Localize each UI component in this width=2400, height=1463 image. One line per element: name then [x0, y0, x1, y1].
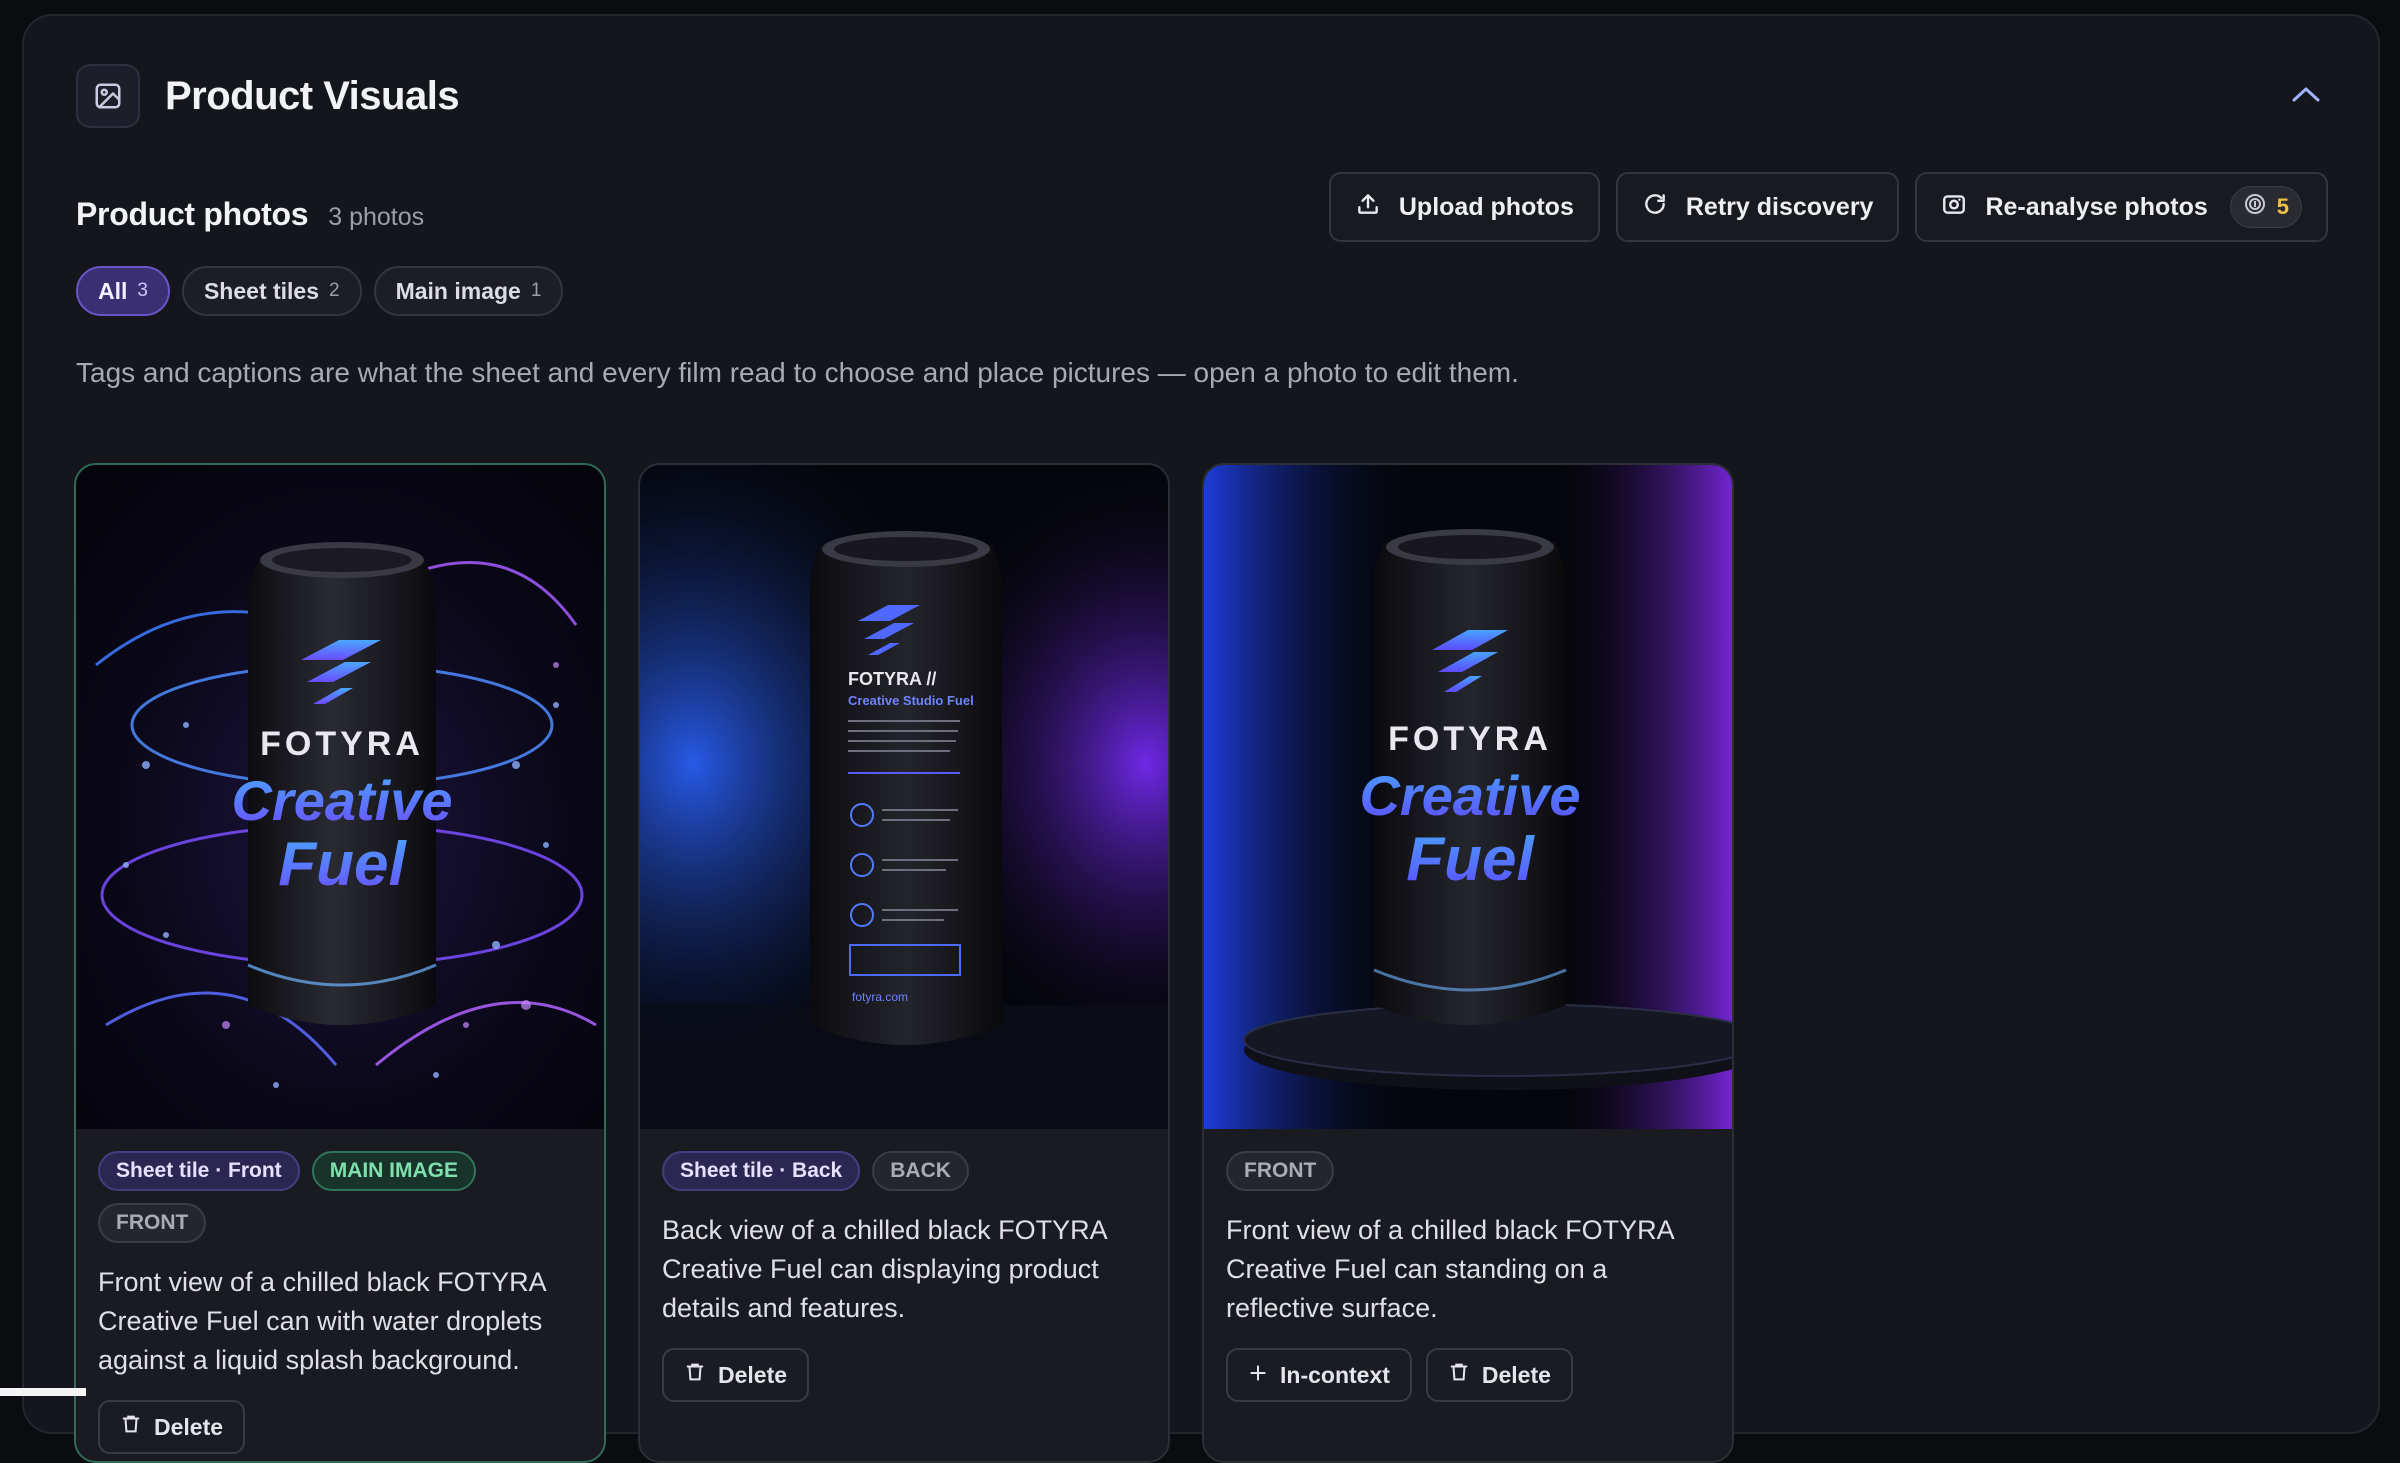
photos-heading: Product photos 3 photos	[76, 196, 424, 233]
photo-thumbnail[interactable]: FOTYRA // Creative Studio Fuel fotyra.co…	[640, 465, 1168, 1129]
retry-discovery-button[interactable]: Retry discovery	[1615, 172, 1900, 242]
photo-actions: Upload photos Retry discovery Re-analyse…	[1328, 172, 2328, 242]
delete-button[interactable]: Delete	[1425, 1348, 1573, 1402]
filter-chip-label: Main image	[395, 277, 521, 304]
can-line1-text: Creative	[1359, 764, 1580, 827]
tag-sheet-tile: Sheet tile · Back	[662, 1151, 861, 1191]
tag-sheet-tile: Sheet tile · Front	[98, 1151, 300, 1191]
reanalyse-photos-button[interactable]: Re-analyse photos 5	[1915, 172, 2328, 242]
window-corner-overlay	[0, 1388, 86, 1396]
delete-label: Delete	[154, 1413, 224, 1440]
reanalyse-photos-label: Re-analyse photos	[1985, 192, 2208, 221]
can-line2-text: Fuel	[278, 830, 407, 899]
image-icon	[76, 64, 140, 128]
delete-label: Delete	[1481, 1361, 1551, 1388]
filter-chip-label: All	[98, 277, 128, 304]
section-header: Product Visuals	[76, 64, 460, 128]
filter-chip-sheet-tiles[interactable]: Sheet tiles 2	[181, 266, 362, 316]
photo-caption: Front view of a chilled black FOTYRA Cre…	[98, 1267, 546, 1375]
upload-photos-button[interactable]: Upload photos	[1328, 172, 1600, 242]
can-line2-text: Fuel	[1406, 825, 1535, 894]
refresh-icon	[1642, 191, 1668, 224]
photo-thumbnail[interactable]: FOTYRA Creative Fuel	[1204, 465, 1732, 1129]
camera-icon	[1941, 191, 1967, 224]
photo-thumbnail[interactable]: FOTYRA Creative Fuel	[76, 465, 604, 1129]
plus-icon	[1248, 1362, 1268, 1389]
trash-icon	[1448, 1361, 1470, 1389]
tag-main-image: MAIN IMAGE	[311, 1151, 477, 1191]
photos-count: 3 photos	[328, 203, 425, 231]
photos-title: Product photos	[76, 196, 309, 232]
filter-chips: All 3 Sheet tiles 2 Main image 1	[76, 266, 564, 316]
in-context-label: In-context	[1280, 1361, 1390, 1388]
photo-caption: Front view of a chilled black FOTYRA Cre…	[1226, 1215, 1674, 1323]
upload-icon	[1355, 191, 1381, 224]
trash-icon	[684, 1361, 706, 1389]
photo-card[interactable]: FOTYRA Creative Fuel Sheet tile · Front …	[74, 463, 606, 1463]
tag-view: BACK	[872, 1151, 969, 1191]
credit-badge: 5	[2229, 186, 2302, 228]
delete-label: Delete	[718, 1361, 788, 1388]
retry-discovery-label: Retry discovery	[1685, 192, 1874, 221]
tag-view: FRONT	[1226, 1151, 1335, 1191]
can-line2-text: fotyra.com	[852, 990, 908, 1004]
upload-photos-label: Upload photos	[1398, 192, 1574, 221]
chevron-up-icon[interactable]	[2286, 74, 2326, 114]
can-line1-text: Creative Studio Fuel	[848, 693, 974, 708]
filter-chip-count: 1	[530, 280, 542, 301]
can-brand-text: FOTYRA	[1388, 720, 1552, 758]
delete-button[interactable]: Delete	[98, 1400, 246, 1454]
photo-grid: FOTYRA Creative Fuel Sheet tile · Front …	[74, 463, 1734, 1463]
filter-chip-main-image[interactable]: Main image 1	[373, 266, 564, 316]
tag-view: FRONT	[98, 1203, 207, 1243]
can-line1-text: Creative	[231, 769, 452, 832]
photo-card[interactable]: FOTYRA Creative Fuel FRONT Front view of…	[1202, 463, 1734, 1463]
photo-card[interactable]: FOTYRA // Creative Studio Fuel fotyra.co…	[638, 463, 1170, 1463]
in-context-button[interactable]: In-context	[1226, 1348, 1412, 1402]
photo-caption: Back view of a chilled black FOTYRA Crea…	[662, 1215, 1107, 1323]
filter-chip-count: 3	[137, 280, 148, 301]
credit-value: 5	[2276, 194, 2289, 219]
product-visuals-panel: Product Visuals Product photos 3 photos …	[22, 14, 2380, 1463]
filter-chip-label: Sheet tiles	[203, 277, 320, 304]
trash-icon	[120, 1413, 142, 1441]
can-brand-text: FOTYRA	[260, 725, 424, 763]
editing-hint: Tags and captions are what the sheet and…	[76, 357, 1519, 388]
filter-chip-all[interactable]: All 3	[76, 266, 170, 316]
filter-chip-count: 2	[329, 280, 340, 301]
section-title: Product Visuals	[165, 73, 460, 118]
credit-coin-icon	[2243, 192, 2267, 223]
delete-button[interactable]: Delete	[662, 1348, 810, 1402]
can-brand-text: FOTYRA //	[848, 669, 936, 689]
